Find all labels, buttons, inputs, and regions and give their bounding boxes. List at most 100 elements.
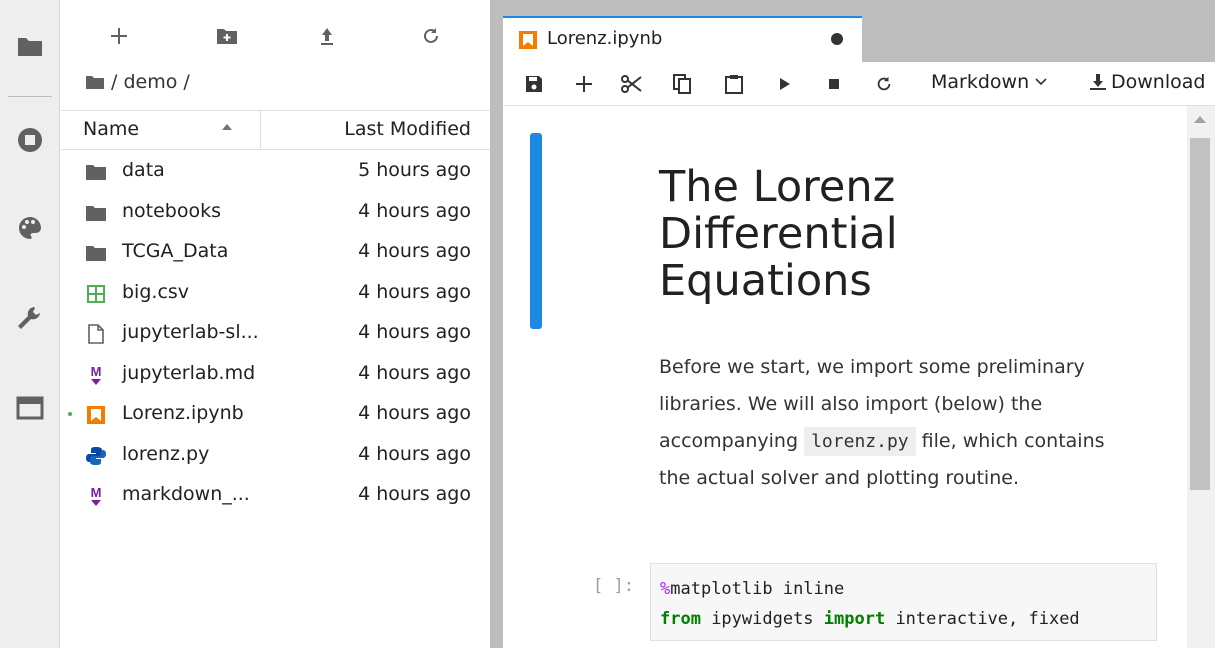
download-icon bbox=[1090, 74, 1106, 90]
download-button[interactable]: Download bbox=[1089, 71, 1205, 93]
new-folder-icon bbox=[217, 29, 237, 44]
download-label: Download bbox=[1111, 71, 1206, 93]
code-from-keyword: from bbox=[660, 609, 701, 629]
notebook-toolbar: Markdown Download bbox=[503, 62, 1215, 106]
scroll-up-arrow-icon[interactable] bbox=[1194, 116, 1206, 123]
tab-lorenz-notebook[interactable]: Lorenz.ipynb bbox=[503, 16, 862, 62]
code-module: ipywidgets bbox=[700, 609, 824, 629]
svg-text:M: M bbox=[91, 364, 102, 379]
file-name: notebooks bbox=[122, 199, 222, 222]
notebook-content: The Lorenz Differential Equations Before… bbox=[503, 106, 1215, 648]
notebook-icon bbox=[519, 31, 537, 49]
play-icon bbox=[780, 78, 790, 90]
scissors-icon bbox=[621, 75, 642, 93]
new-launcher-button[interactable] bbox=[99, 18, 139, 54]
upload-button[interactable] bbox=[307, 18, 347, 54]
file-modified: 4 hours ago bbox=[358, 361, 471, 384]
insert-cell-button[interactable] bbox=[569, 70, 599, 98]
file-modified: 4 hours ago bbox=[358, 199, 471, 222]
sort-ascending-icon[interactable] bbox=[221, 123, 233, 131]
file-name: big.csv bbox=[122, 280, 190, 303]
active-cell-indicator[interactable] bbox=[530, 133, 542, 329]
file-browser: / demo / Name Last Modified data 5 hours … bbox=[61, 0, 490, 648]
file-row[interactable]: data 5 hours ago bbox=[61, 152, 490, 192]
folder-icon bbox=[85, 162, 107, 182]
svg-text:M: M bbox=[91, 485, 102, 500]
file-modified: 4 hours ago bbox=[358, 280, 471, 303]
folder-icon bbox=[18, 38, 42, 56]
new-folder-button[interactable] bbox=[207, 18, 247, 54]
running-indicator-icon bbox=[68, 412, 72, 416]
folder-icon bbox=[85, 243, 107, 263]
file-row[interactable]: TCGA_Data 4 hours ago bbox=[61, 233, 490, 273]
file-modified: 4 hours ago bbox=[358, 402, 471, 424]
running-stop-icon bbox=[18, 128, 42, 152]
markdown-paragraph: Before we start, we import some prelimin… bbox=[659, 349, 1129, 497]
run-cell-button[interactable] bbox=[770, 70, 800, 98]
file-name: jupyterlab-sl... bbox=[122, 321, 259, 343]
file-name: lorenz.py bbox=[122, 442, 210, 465]
file-icon bbox=[85, 324, 107, 344]
file-row[interactable]: Mmarkdown_... 4 hours ago bbox=[61, 476, 490, 516]
cut-button[interactable] bbox=[616, 70, 646, 98]
tab-label: Lorenz.ipynb bbox=[547, 28, 663, 49]
file-name: markdown_... bbox=[122, 483, 250, 505]
tabs-icon bbox=[16, 396, 44, 420]
cell-type-dropdown[interactable]: Markdown bbox=[931, 71, 1047, 93]
notebook-icon bbox=[85, 405, 107, 425]
copy-button[interactable] bbox=[667, 70, 697, 98]
file-modified: 4 hours ago bbox=[358, 442, 471, 465]
file-list-header: Name Last Modified bbox=[61, 110, 490, 150]
scrollbar-thumb[interactable] bbox=[1190, 138, 1210, 490]
command-palette-tab[interactable] bbox=[10, 208, 50, 248]
restart-kernel-button[interactable] bbox=[869, 70, 899, 98]
file-modified: 4 hours ago bbox=[358, 240, 471, 262]
breadcrumb: / demo / bbox=[85, 71, 190, 93]
open-tabs-tab[interactable] bbox=[10, 388, 50, 428]
interrupt-kernel-button[interactable] bbox=[819, 70, 849, 98]
vertical-scrollbar[interactable] bbox=[1187, 106, 1215, 648]
last-modified-column-header[interactable]: Last Modified bbox=[344, 118, 471, 140]
plus-icon bbox=[576, 76, 592, 92]
file-row[interactable]: Mjupyterlab.md 4 hours ago bbox=[61, 355, 490, 395]
property-inspector-tab[interactable] bbox=[10, 298, 50, 338]
upload-icon bbox=[321, 28, 333, 45]
unsaved-changes-icon[interactable] bbox=[831, 33, 843, 45]
refresh-button[interactable] bbox=[411, 18, 451, 54]
file-browser-tab[interactable] bbox=[10, 26, 50, 66]
inline-code: lorenz.py bbox=[804, 427, 916, 456]
file-modified: 4 hours ago bbox=[358, 483, 471, 505]
home-folder-icon[interactable] bbox=[85, 74, 105, 90]
save-icon bbox=[526, 76, 542, 92]
activity-bar bbox=[0, 0, 60, 648]
refresh-icon bbox=[424, 28, 438, 43]
file-row[interactable]: Lorenz.ipynb 4 hours ago bbox=[61, 395, 490, 435]
file-name: data bbox=[122, 159, 165, 181]
file-row[interactable]: big.csv 4 hours ago bbox=[61, 274, 490, 314]
file-name: jupyterlab.md bbox=[122, 361, 256, 384]
activity-divider bbox=[8, 96, 52, 97]
chevron-down-icon bbox=[1035, 78, 1047, 86]
file-row[interactable]: notebooks 4 hours ago bbox=[61, 193, 490, 233]
markdown-icon: M bbox=[85, 364, 107, 385]
paste-icon bbox=[725, 75, 743, 94]
file-row[interactable]: lorenz.py 4 hours ago bbox=[61, 436, 490, 476]
panel-splitter[interactable] bbox=[490, 0, 503, 648]
execution-prompt: [ ]: bbox=[593, 576, 634, 596]
breadcrumb-path[interactable]: / demo / bbox=[111, 71, 190, 93]
file-name: Lorenz.ipynb bbox=[122, 402, 244, 424]
code-cell-editor[interactable]: %matplotlib inline from ipywidgets impor… bbox=[650, 563, 1157, 641]
plus-icon bbox=[111, 28, 127, 44]
name-column-header[interactable]: Name bbox=[83, 118, 139, 140]
file-modified: 5 hours ago bbox=[358, 159, 471, 181]
file-modified: 4 hours ago bbox=[358, 321, 471, 343]
code-line1-text: matplotlib inline bbox=[670, 579, 845, 599]
file-browser-toolbar bbox=[61, 0, 490, 66]
refresh-icon bbox=[877, 76, 891, 91]
paste-button[interactable] bbox=[719, 70, 749, 98]
file-row[interactable]: jupyterlab-sl... 4 hours ago bbox=[61, 314, 490, 354]
save-button[interactable] bbox=[519, 70, 549, 98]
running-sessions-tab[interactable] bbox=[10, 120, 50, 160]
file-name: TCGA_Data bbox=[122, 240, 229, 262]
wrench-icon bbox=[18, 307, 40, 329]
